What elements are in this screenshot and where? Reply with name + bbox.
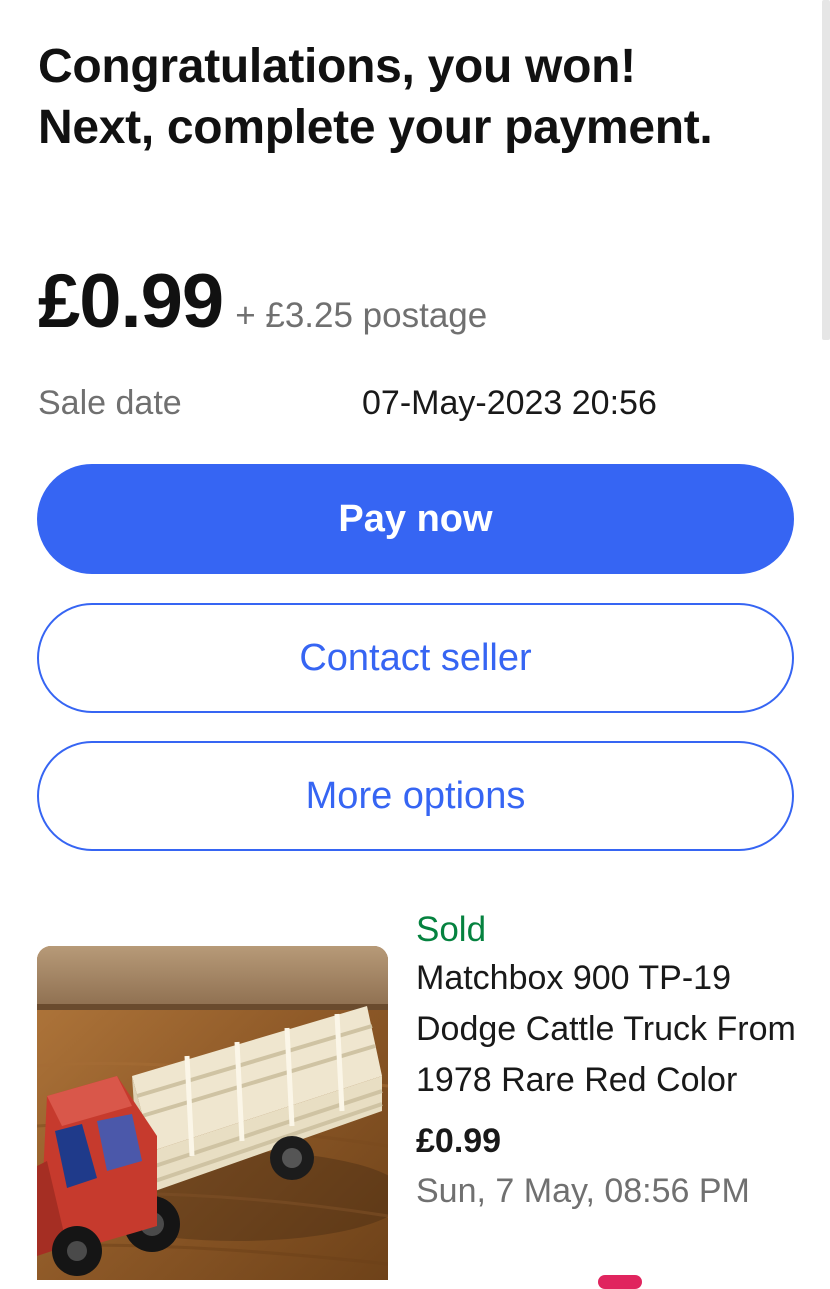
sale-date-label: Sale date xyxy=(38,384,182,422)
price-amount: £0.99 xyxy=(38,259,224,344)
sale-date-value: 07-May-2023 20:56 xyxy=(362,384,657,422)
postage-cost: + £3.25 postage xyxy=(235,296,488,335)
item-details: Sold Matchbox 900 TP-19 Dodge Cattle Tru… xyxy=(416,908,816,1213)
contact-seller-button[interactable]: Contact seller xyxy=(37,603,794,713)
more-options-button[interactable]: More options xyxy=(37,741,794,851)
notification-badge xyxy=(598,1275,642,1289)
pay-now-button[interactable]: Pay now xyxy=(37,464,794,574)
scrollbar[interactable] xyxy=(822,0,830,340)
sold-status-badge: Sold xyxy=(416,910,487,949)
page-title: Congratulations, you won! Next, complete… xyxy=(38,40,713,154)
item-image[interactable] xyxy=(37,946,388,1280)
item-price: £0.99 xyxy=(416,1122,502,1160)
price-summary: £0.99 + £3.25 postage xyxy=(38,258,487,345)
item-sale-datetime: Sun, 7 May, 08:56 PM xyxy=(416,1172,750,1210)
item-title[interactable]: Matchbox 900 TP-19 Dodge Cattle Truck Fr… xyxy=(416,953,816,1106)
toy-truck-photo xyxy=(37,946,388,1280)
